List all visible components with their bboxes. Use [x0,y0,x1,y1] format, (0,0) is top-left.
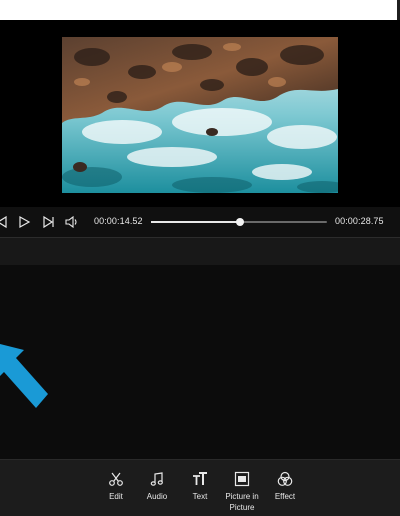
bottom-toolbar: Edit Audio Text Picture in Picture Effec… [0,459,400,516]
picture-in-picture-icon [234,471,250,487]
scissors-icon [109,472,123,486]
total-time: 00:00:28.75 [335,216,384,226]
playback-controls: 00:00:14.52 00:00:28.75 [0,207,400,237]
audio-label: Audio [146,492,168,501]
effect-icon [277,471,293,486]
audio-button[interactable]: Audio [135,471,179,502]
video-frame-image [62,37,338,193]
seek-bar[interactable] [151,218,327,226]
play-icon[interactable] [16,214,32,230]
previous-frame-icon[interactable] [0,214,10,230]
text-button[interactable]: Text [178,471,222,502]
text-label: Text [192,492,208,501]
pointer-arrow-icon [0,344,48,408]
storyboard-area[interactable] [0,265,400,459]
video-preview-area [0,20,400,207]
edit-button[interactable]: Edit [94,471,138,502]
picture-in-picture-button[interactable]: Picture in Picture [220,471,264,513]
effect-label: Effect [274,492,296,501]
seek-bar-thumb[interactable] [235,218,244,226]
next-frame-icon[interactable] [40,214,56,230]
effect-button[interactable]: Effect [263,471,307,502]
video-preview[interactable] [62,37,338,193]
music-note-icon [150,472,163,486]
current-time: 00:00:14.52 [94,216,143,226]
picture-in-picture-label: Picture in Picture [225,492,259,512]
text-icon [193,472,207,485]
timeline-header [0,238,400,265]
edit-label: Edit [109,492,123,501]
volume-icon[interactable] [64,214,80,230]
top-bar [0,0,400,20]
seek-bar-fill [151,221,240,223]
